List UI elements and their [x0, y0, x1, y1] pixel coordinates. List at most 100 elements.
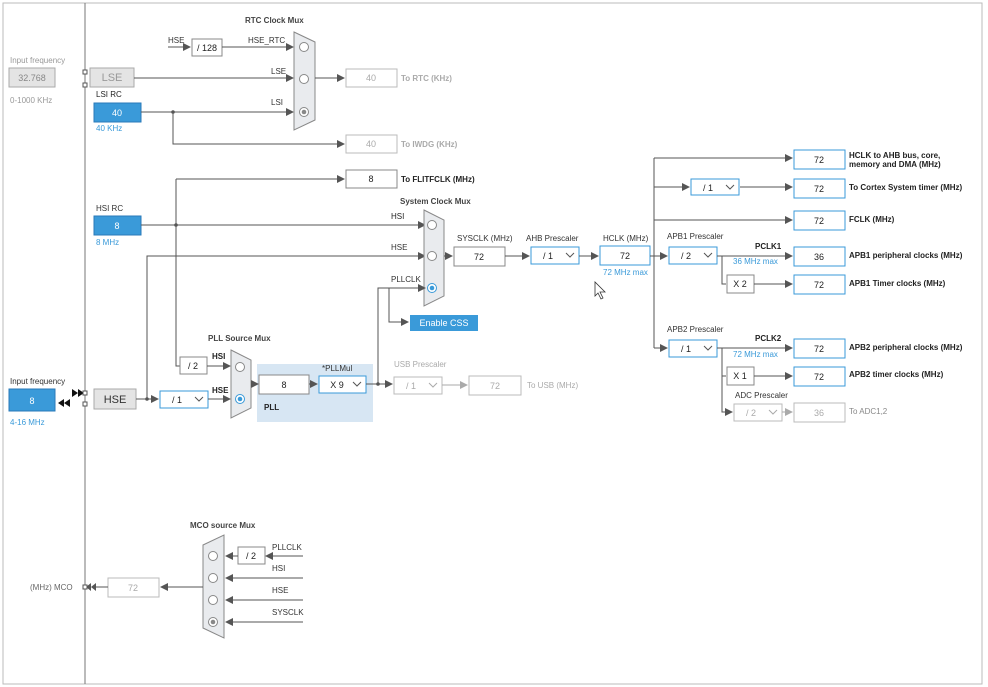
pll-hse-label: HSE — [212, 386, 229, 395]
cortex-div-value: / 1 — [703, 183, 713, 193]
iwdg-out-label: To IWDG (KHz) — [401, 140, 458, 149]
lsi-label: LSI RC — [96, 90, 122, 99]
apb1-value: 36 — [814, 252, 824, 262]
adc-prescaler-label: ADC Prescaler — [735, 391, 788, 400]
adc-prescaler-value: / 2 — [746, 408, 756, 418]
mco-radio-sysclk-dot — [210, 619, 216, 625]
pclk2-label: PCLK2 — [755, 334, 782, 343]
hse-osc-in-arrows — [72, 389, 84, 397]
hse-pin-2 — [82, 401, 88, 407]
mco-hse-label: HSE — [272, 586, 288, 595]
mco-hsi-label: HSI — [272, 564, 285, 573]
hclk-ahb-label-2: memory and DMA (MHz) — [849, 160, 941, 169]
rtc-lsi-label: LSI — [271, 98, 283, 107]
sysmux-radio-hsi[interactable] — [427, 220, 437, 230]
pclk1-label: PCLK1 — [755, 242, 782, 251]
apb2-prescaler-label: APB2 Prescaler — [667, 325, 724, 334]
apb1-max: 36 MHz max — [733, 257, 778, 266]
rtc-hse-label: HSE — [168, 36, 184, 45]
rtc-out-value: 40 — [366, 73, 376, 83]
hse-input-value: 8 — [29, 396, 34, 406]
enable-css-label: Enable CSS — [419, 318, 468, 328]
pll-mux-radio-hse-dot — [237, 396, 243, 402]
hse-osc-out-arrows — [58, 399, 70, 407]
hse-block-label: HSE — [104, 394, 127, 406]
hclk-label: HCLK (MHz) — [603, 234, 649, 243]
rtc-lse-label: LSE — [271, 67, 286, 76]
apb2-value: 72 — [814, 344, 824, 354]
lse-input-value: 32.768 — [18, 73, 46, 83]
sysclk-value: 72 — [474, 252, 484, 262]
usb-prescaler-value: / 1 — [406, 381, 416, 391]
apb2-timer-value: 72 — [814, 372, 824, 382]
ahb-prescaler-value: / 1 — [543, 251, 553, 261]
clock-tree-svg: Input frequency 32.768 0-1000 KHz LSE LS… — [2, 2, 983, 685]
apb2-timer-label: APB2 timer clocks (MHz) — [849, 370, 944, 379]
apb2-label: APB2 peripheral clocks (MHz) — [849, 343, 963, 352]
mco-div2-text: / 2 — [246, 551, 256, 561]
rtc-mux-radio-lse[interactable] — [299, 74, 309, 84]
rtc-hse-rtc-label: HSE_RTC — [248, 36, 285, 45]
rtc-mux-title: RTC Clock Mux — [245, 16, 304, 25]
mco-radio-hse[interactable] — [208, 595, 218, 605]
sysmux-pllclk-label: PLLCLK — [391, 275, 421, 284]
sysmux-radio-hse[interactable] — [427, 251, 437, 261]
lsi-value: 40 — [112, 108, 122, 118]
mouse-cursor-icon — [594, 281, 606, 300]
rtc-mux-radio-lsi-dot — [301, 109, 307, 115]
mco-sysclk-label: SYSCLK — [272, 608, 304, 617]
pll-source-mux — [230, 349, 252, 419]
lse-input-label: Input frequency — [10, 56, 65, 65]
iwdg-arrow — [172, 112, 345, 148]
hse-input-range: 4-16 MHz — [10, 418, 45, 427]
hse-input-label: Input frequency — [10, 377, 65, 386]
fclk-label: FCLK (MHz) — [849, 215, 895, 224]
mco-value: 72 — [128, 583, 138, 593]
pll-hse-div-value: / 1 — [172, 395, 182, 405]
hsi-pll-line — [175, 179, 180, 367]
pll-out-junction — [376, 382, 380, 386]
mco-label: (MHz) MCO — [30, 583, 73, 592]
clock-configuration-diagram: Input frequency 32.768 0-1000 KHz LSE LS… — [0, 0, 988, 687]
hclk-max: 72 MHz max — [603, 268, 648, 277]
hsi-label: HSI RC — [96, 204, 123, 213]
sysmux-radio-pllclk-dot — [429, 285, 435, 291]
css-arrow — [388, 288, 409, 326]
lsi-freq: 40 KHz — [96, 124, 122, 133]
hse-pin-1 — [82, 390, 88, 396]
flitf-out-value: 8 — [368, 174, 373, 184]
pll-source-mux-title: PLL Source Mux — [208, 334, 271, 343]
apb1-timer-mult-text: X 2 — [733, 279, 747, 289]
hclk-ahb-value: 72 — [814, 155, 824, 165]
apb2-max: 72 MHz max — [733, 350, 778, 359]
apb1-label: APB1 peripheral clocks (MHz) — [849, 251, 963, 260]
hclk-ahb-label-1: HCLK to AHB bus, core, — [849, 151, 940, 160]
pll-mul-label: *PLLMul — [322, 364, 352, 373]
mco-radio-hsi[interactable] — [208, 573, 218, 583]
cortex-label: To Cortex System timer (MHz) — [849, 183, 963, 192]
mco-radio-pllclk[interactable] — [208, 551, 218, 561]
iwdg-out-value: 40 — [366, 139, 376, 149]
pll-hsi-label: HSI — [212, 352, 225, 361]
pll-input-value: 8 — [281, 380, 286, 390]
mco-source-mux-title: MCO source Mux — [190, 521, 256, 530]
usb-value: 72 — [490, 381, 500, 391]
usb-out-label: To USB (MHz) — [527, 381, 578, 390]
pll-mux-radio-hsi[interactable] — [235, 362, 245, 372]
apb1-timer-value: 72 — [814, 280, 824, 290]
flitf-out-label: To FLITFCLK (MHz) — [401, 175, 475, 184]
hsi-value: 8 — [114, 221, 119, 231]
fclk-value: 72 — [814, 216, 824, 226]
adc-label: To ADC1,2 — [849, 407, 888, 416]
lse-input-range: 0-1000 KHz — [10, 96, 52, 105]
sysmux-hse-label: HSE — [391, 243, 407, 252]
rtc-div128-text: / 128 — [197, 43, 217, 53]
sysclk-mux-title: System Clock Mux — [400, 197, 471, 206]
usb-prescaler-label: USB Prescaler — [394, 360, 447, 369]
apb2-prescaler-value: / 1 — [681, 344, 691, 354]
rtc-mux-radio-hse[interactable] — [299, 42, 309, 52]
hclk-value: 72 — [620, 251, 630, 261]
sysclk-label: SYSCLK (MHz) — [457, 234, 513, 243]
hsi-freq: 8 MHz — [96, 238, 119, 247]
mco-pllclk-label: PLLCLK — [272, 543, 302, 552]
